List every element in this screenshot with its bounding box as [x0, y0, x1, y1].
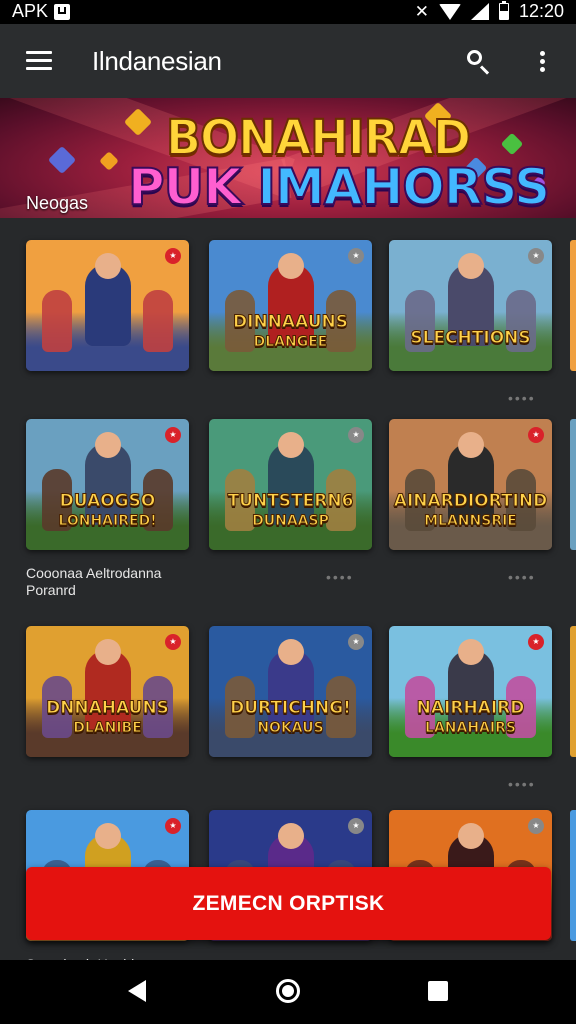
wifi-icon: [438, 3, 461, 20]
rating-badge-icon: ★: [348, 818, 364, 834]
tile-game-logo: DLANIBE: [73, 720, 143, 736]
hero-head: [457, 253, 484, 280]
rating-badge-icon: ★: [348, 248, 364, 264]
rating-badge-icon: ★: [165, 427, 181, 443]
hero-head: [457, 432, 484, 459]
tile-game-logo: LANAHAIRS: [425, 720, 517, 736]
hero-head: [94, 432, 121, 459]
status-right: ✕ 12:20: [415, 1, 564, 22]
rating-badge-icon: ★: [348, 427, 364, 443]
primary-action-button[interactable]: ZEMECN ORPTISK: [26, 867, 551, 940]
gem-icon: [500, 132, 524, 156]
tile-game-logo: DINNAAUNS: [233, 312, 349, 332]
hero-head: [94, 823, 121, 850]
signal-icon: [470, 3, 489, 20]
tile-game-logo: DUNAASP: [252, 513, 330, 529]
rating-badge-icon: ★: [165, 248, 181, 264]
rating-badge-icon: ★: [528, 818, 544, 834]
tile-game-logo: DURTICHNG!: [230, 698, 352, 718]
tile-game-logo: AINARDIORTIND: [393, 491, 548, 511]
next-tile-peek[interactable]: [570, 419, 576, 550]
hero-head: [457, 639, 484, 666]
hero-head: [457, 823, 484, 850]
home-icon[interactable]: [276, 979, 300, 1003]
rating-badge-icon: ★: [165, 634, 181, 650]
game-tile[interactable]: AINARDIORTIND MLANNSRIE ★: [389, 419, 552, 550]
tile-game-logo: NAIRHAIRD: [416, 698, 525, 718]
battery-icon: [498, 1, 509, 20]
status-bar: APK ✕ 12:20: [0, 0, 576, 24]
row-pager-dots: ••••: [508, 390, 536, 406]
hero-head: [277, 823, 304, 850]
next-tile-peek[interactable]: [570, 240, 576, 371]
row-pager-dots: ••••: [508, 776, 536, 792]
game-tile[interactable]: DURTICHNG! NOKAUS ★: [209, 626, 372, 757]
row-pager-dots: ••••: [326, 569, 354, 585]
game-tile[interactable]: DNNAHAUNS DLANIBE ★: [26, 626, 189, 757]
apk-label: APK: [12, 1, 49, 21]
next-tile-peek[interactable]: [570, 626, 576, 757]
more-options-icon[interactable]: [538, 51, 546, 75]
rating-badge-icon: ★: [528, 248, 544, 264]
hero-head: [94, 253, 121, 280]
back-icon[interactable]: [128, 980, 146, 1002]
hero-head: [94, 639, 121, 666]
featured-banner[interactable]: BONAHIRAD PUK IMAHORSS Neogas: [0, 98, 576, 218]
gem-icon: [47, 145, 77, 175]
tile-game-logo: DLANGEE: [253, 334, 328, 350]
row-pager-dots: ••••: [508, 569, 536, 585]
tile-game-logo: DUAOGSO: [59, 491, 156, 511]
search-icon[interactable]: [467, 50, 491, 75]
tile-game-logo: SLECHTIONS: [410, 328, 531, 348]
game-tile[interactable]: NAIRHAIRD LANAHAIRS ★: [389, 626, 552, 757]
app-title: Ilndanesian: [92, 46, 222, 76]
character-figure: [42, 289, 73, 352]
gem-icon: [99, 151, 119, 171]
banner-headline: BONAHIRAD: [165, 108, 472, 167]
game-tile[interactable]: TUNTSTERN6 DUNAASP ★: [209, 419, 372, 550]
tile-game-logo: LONHAIRED!: [58, 513, 157, 529]
tile-game-logo: MLANNSRIE: [424, 513, 518, 529]
status-left: APK: [12, 1, 71, 22]
rating-badge-icon: ★: [348, 634, 364, 650]
banner-subheadline: PUK IMAHORSS: [127, 157, 551, 217]
hero-head: [277, 432, 304, 459]
banner-subheadline-part1: PUK: [127, 157, 258, 217]
status-time: 12:20: [518, 1, 564, 21]
hero-head: [277, 639, 304, 666]
row-caption: Cooonaa Aeltrodanna Poranrd: [26, 565, 162, 598]
recents-icon[interactable]: [428, 981, 448, 1001]
game-tile[interactable]: ★: [26, 240, 189, 371]
vibrate-icon: ✕: [414, 1, 429, 21]
system-nav-bar: [0, 960, 576, 1024]
banner-subheadline-part2: IMAHORSS: [256, 157, 551, 217]
tile-game-logo: DNNAHAUNS: [46, 698, 170, 718]
app-bar: Ilndanesian: [0, 24, 576, 98]
hero-head: [277, 253, 304, 280]
rating-badge-icon: ★: [165, 818, 181, 834]
banner-label: Neogas: [26, 193, 89, 213]
next-tile-peek[interactable]: [570, 810, 576, 941]
tile-game-logo: NOKAUS: [257, 720, 324, 736]
game-tile[interactable]: DINNAAUNS DLANGEE ★: [209, 240, 372, 371]
notification-icon: [54, 3, 71, 20]
rating-badge-icon: ★: [528, 634, 544, 650]
hamburger-menu-icon[interactable]: [26, 51, 52, 71]
game-tile[interactable]: SLECHTIONS ★: [389, 240, 552, 371]
game-tile[interactable]: DUAOGSO LONHAIRED! ★: [26, 419, 189, 550]
rating-badge-icon: ★: [528, 427, 544, 443]
tile-game-logo: TUNTSTERN6: [227, 491, 354, 511]
character-figure: [142, 289, 173, 352]
